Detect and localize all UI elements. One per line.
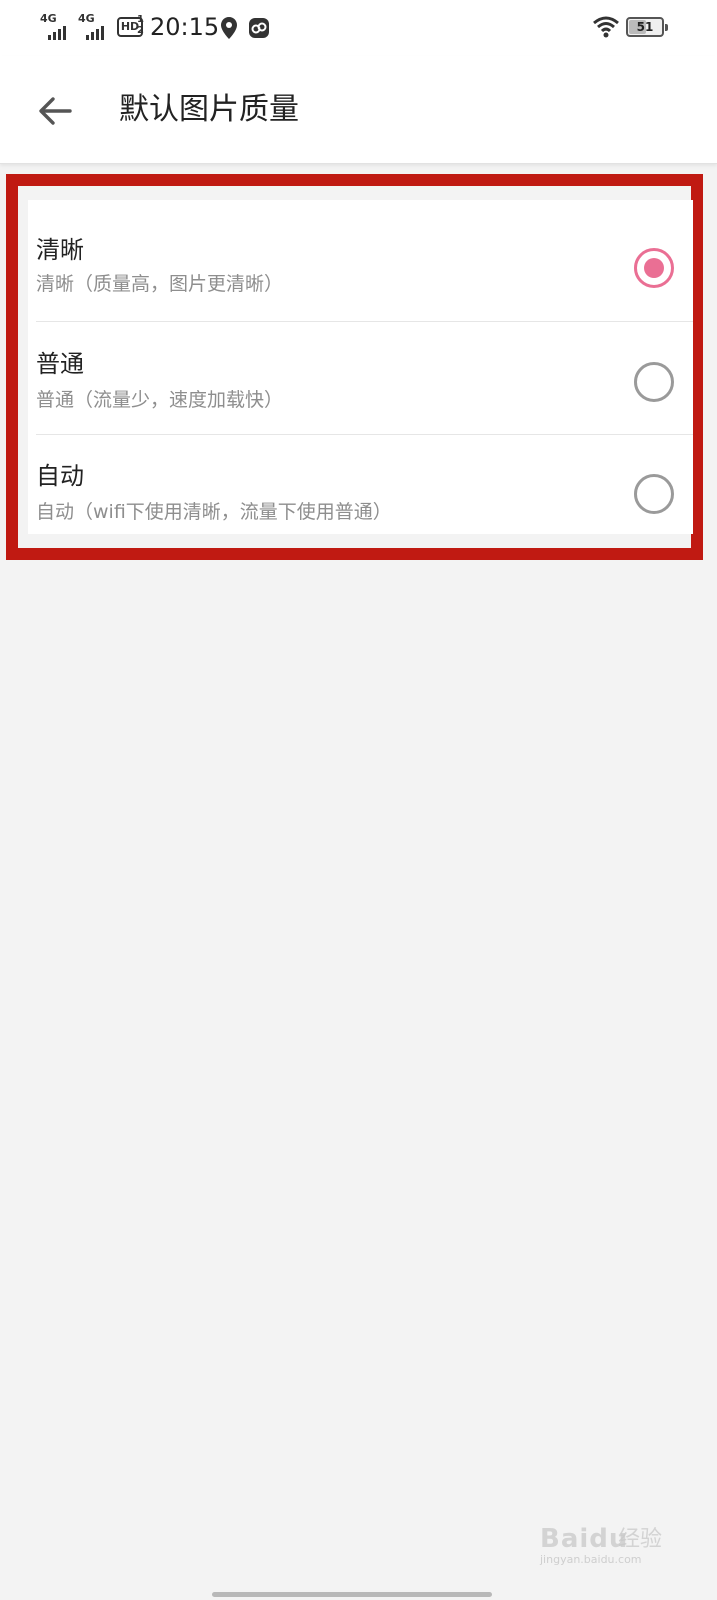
wifi-icon bbox=[592, 15, 620, 43]
option-title: 清晰 bbox=[36, 236, 84, 264]
highlight-frame: 清晰 清晰（质量高，图片更清晰） 普通 普通（流量少，速度加载快） 自动 自动（… bbox=[6, 174, 703, 560]
watermark-logo: Baidu bbox=[540, 1524, 629, 1554]
app-bar: 默认图片质量 bbox=[0, 56, 717, 164]
option-title: 普通 bbox=[36, 350, 84, 378]
battery-icon: 51 bbox=[626, 17, 668, 37]
option-description: 普通（流量少，速度加载快） bbox=[36, 389, 284, 411]
status-bar: 4G 4G HD 1 2 20:15 51 bbox=[0, 0, 717, 56]
option-normal[interactable]: 普通 普通（流量少，速度加载快） bbox=[28, 314, 693, 426]
arrow-left-icon bbox=[39, 97, 72, 125]
option-clear[interactable]: 清晰 清晰（质量高，图片更清晰） bbox=[28, 200, 693, 312]
baidu-jingyan-watermark: Baidu 经验 jingyan.baidu.com bbox=[536, 1522, 666, 1568]
radio-button-unselected[interactable] bbox=[634, 362, 674, 402]
sim1-network-label: 4G bbox=[40, 12, 57, 25]
sim2-network-label: 4G bbox=[78, 12, 95, 25]
radio-button-selected[interactable] bbox=[634, 248, 674, 288]
option-description: 自动（wifi下使用清晰，流量下使用普通） bbox=[36, 501, 392, 523]
status-time: 20:15 bbox=[150, 13, 220, 41]
sim1-signal-icon: 4G bbox=[40, 12, 66, 40]
cloud-sync-icon bbox=[247, 16, 271, 44]
option-title: 自动 bbox=[36, 462, 84, 490]
option-auto[interactable]: 自动 自动（wifi下使用清晰，流量下使用普通） bbox=[28, 426, 693, 538]
option-description: 清晰（质量高，图片更清晰） bbox=[36, 273, 284, 295]
watermark-suffix: 经验 bbox=[618, 1527, 663, 1552]
watermark-url: jingyan.baidu.com bbox=[540, 1553, 642, 1566]
hd-sim-index: 1 2 bbox=[137, 14, 144, 36]
back-button[interactable] bbox=[28, 84, 82, 138]
battery-level: 51 bbox=[636, 20, 654, 34]
location-icon bbox=[219, 16, 239, 44]
gesture-navigation-bar[interactable] bbox=[212, 1592, 492, 1597]
radio-button-unselected[interactable] bbox=[634, 474, 674, 514]
sim2-signal-icon: 4G bbox=[78, 12, 104, 40]
image-quality-options: 清晰 清晰（质量高，图片更清晰） 普通 普通（流量少，速度加载快） 自动 自动（… bbox=[28, 200, 693, 534]
page-title: 默认图片质量 bbox=[119, 92, 299, 127]
